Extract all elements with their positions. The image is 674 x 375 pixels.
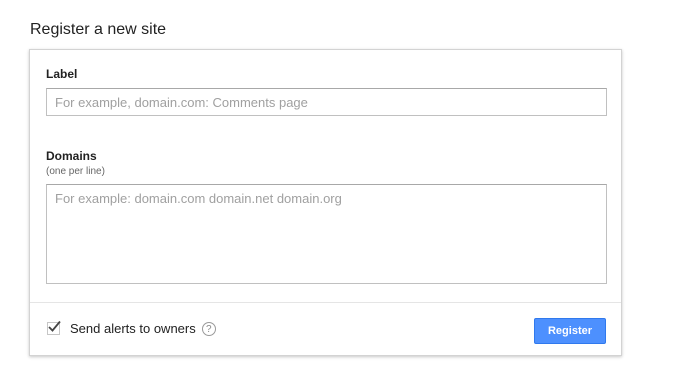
domains-textarea[interactable] [46, 184, 607, 284]
send-alerts-checkbox-row[interactable]: Send alerts to owners ? [47, 320, 216, 336]
page-title: Register a new site [30, 21, 167, 38]
help-icon[interactable]: ? [201, 321, 216, 336]
send-alerts-checkbox[interactable] [47, 320, 61, 335]
domains-field-label: Domains [46, 149, 97, 163]
register-site-form: Label Domains (one per line) Send alerts… [29, 49, 622, 356]
label-input[interactable] [46, 88, 607, 116]
send-alerts-label: Send alerts to owners [70, 321, 196, 336]
form-footer: Send alerts to owners ? Register [30, 302, 621, 356]
domains-field-hint: (one per line) [46, 166, 105, 177]
label-field-label: Label [46, 67, 78, 81]
checkmark-icon [48, 320, 61, 332]
register-button[interactable]: Register [534, 318, 606, 344]
